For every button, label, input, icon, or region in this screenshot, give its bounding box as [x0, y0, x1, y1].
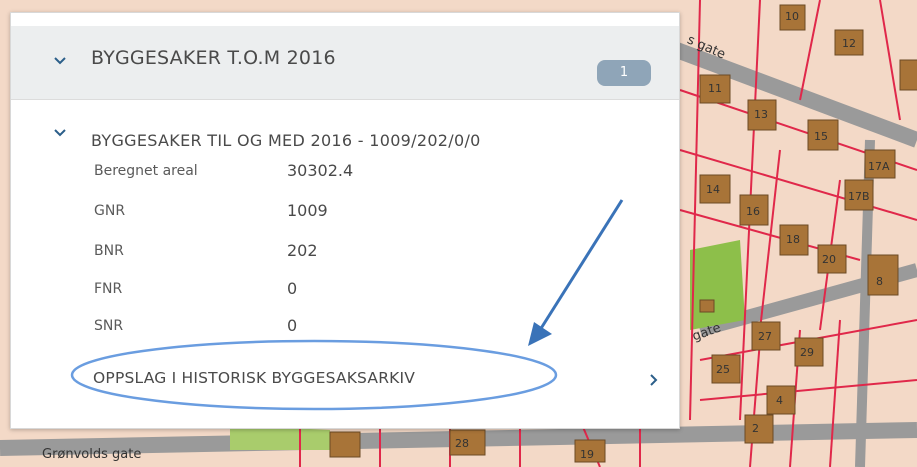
chevron-down-icon[interactable]	[54, 127, 66, 139]
plot-label: 17B	[848, 190, 870, 203]
field-value: 0	[287, 316, 298, 335]
plot-label: 2	[752, 422, 759, 435]
field-row-bnr: BNR 202	[94, 241, 594, 267]
layer-group-title: BYGGESAKER T.O.M 2016	[91, 47, 336, 69]
field-value: 1009	[287, 201, 328, 220]
field-value: 0	[287, 279, 298, 298]
plot-label: 16	[746, 205, 760, 218]
chevron-right-icon[interactable]	[648, 374, 660, 386]
historical-archive-link-label[interactable]: OPPSLAG I HISTORISK BYGGESAKSARKIV	[93, 369, 415, 387]
green-area	[690, 240, 745, 330]
plot-label: 18	[786, 233, 800, 246]
plot-label: 8	[876, 275, 883, 288]
plot-label: 11	[708, 82, 722, 95]
plot-label: 12	[842, 37, 856, 50]
historical-archive-link[interactable]: OPPSLAG I HISTORISK BYGGESAKSARKIV	[93, 369, 673, 399]
field-value: 30302.4	[287, 161, 354, 180]
field-label: FNR	[94, 281, 123, 297]
plot-label: 10	[785, 10, 799, 23]
field-label: Beregnet areal	[94, 163, 198, 179]
plot-label: 19	[580, 448, 594, 461]
layer-group-header[interactable]: BYGGESAKER T.O.M 2016 1	[11, 26, 679, 100]
record-title[interactable]: BYGGESAKER TIL OG MED 2016 - 1009/202/0/…	[91, 131, 481, 150]
plot-label: 13	[754, 108, 768, 121]
street-label: Grønvolds gate	[42, 447, 142, 462]
field-row-beregnet-areal: Beregnet areal 30302.4	[94, 161, 594, 187]
field-label: BNR	[94, 243, 124, 259]
plot-label: 15	[814, 130, 828, 143]
field-row-snr: SNR 0	[94, 316, 594, 342]
field-value: 202	[287, 241, 318, 260]
plot-label: 25	[716, 363, 730, 376]
plot-label: 20	[822, 253, 836, 266]
field-row-gnr: GNR 1009	[94, 201, 594, 227]
field-row-fnr: FNR 0	[94, 279, 594, 305]
field-label: SNR	[94, 318, 124, 334]
plot-label: 4	[776, 394, 783, 407]
plot-label: 28	[455, 437, 469, 450]
result-count-badge: 1	[597, 60, 651, 86]
plot-label: 14	[706, 183, 720, 196]
plot-label: 17A	[868, 160, 890, 173]
plot-label: 27	[758, 330, 772, 343]
feature-info-panel: BYGGESAKER T.O.M 2016 1 BYGGESAKER TIL O…	[10, 12, 680, 429]
chevron-down-icon[interactable]	[54, 55, 66, 67]
plot-label: 29	[800, 346, 814, 359]
field-label: GNR	[94, 203, 126, 219]
